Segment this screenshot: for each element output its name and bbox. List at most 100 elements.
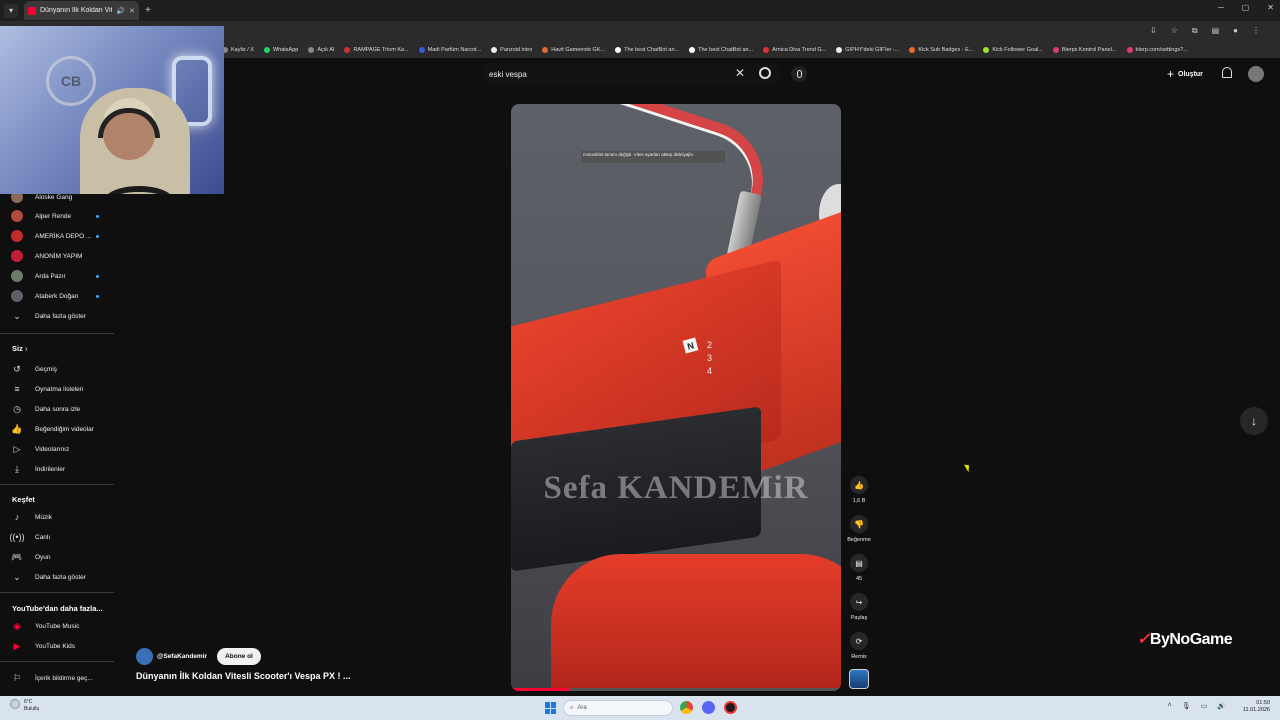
sidebar-item-youtube-kids[interactable]: ▶ YouTube Kids bbox=[11, 639, 75, 653]
you-section-header[interactable]: Siz › bbox=[12, 344, 27, 353]
channel-avatar bbox=[11, 210, 23, 222]
active-tab[interactable]: Dünyanın İlk Koldan Vitesli 🔊 ✕ bbox=[24, 1, 139, 20]
microphone-icon[interactable]: 🎙 bbox=[1182, 702, 1191, 710]
close-window-icon[interactable]: ✕ bbox=[1267, 3, 1274, 12]
bookmark-favicon-icon bbox=[983, 46, 990, 53]
search-input[interactable]: eski vespa ✕ bbox=[481, 62, 781, 86]
menu-icon[interactable]: ⋮ bbox=[1252, 26, 1260, 36]
like-action[interactable]: 👍 1,6 B bbox=[847, 476, 871, 504]
subscription-item[interactable]: AMERİKA DEPO ... bbox=[11, 229, 91, 243]
profile-icon[interactable]: ● bbox=[1233, 26, 1238, 36]
sidebar-item-music[interactable]: ♪ Müzik bbox=[11, 510, 52, 524]
bookmark-favicon-icon bbox=[689, 46, 696, 53]
next-video-arrow-icon[interactable]: ↓ bbox=[1240, 407, 1268, 435]
share-action[interactable]: ↪ Paylaş bbox=[847, 593, 871, 621]
windows-start-icon[interactable] bbox=[545, 702, 557, 714]
bookmark-item[interactable]: Arnica Diva Trend G... bbox=[763, 46, 826, 53]
bookmark-item[interactable]: Kick Sub Badges - E... bbox=[909, 46, 973, 53]
video-watermark: Sefa KANDEMiR bbox=[543, 470, 809, 506]
bookmark-favicon-icon bbox=[542, 46, 549, 53]
sidebar-item-youtube-music[interactable]: ◉ YouTube Music bbox=[11, 619, 79, 633]
create-button[interactable]: + Oluştur bbox=[1167, 67, 1203, 81]
video-title[interactable]: Dünyanın İlk Koldan Vitesli Scooter'ı Ve… bbox=[136, 671, 351, 681]
voice-search-button[interactable] bbox=[791, 66, 807, 82]
bookmark-item[interactable]: Havit Gamenote GK... bbox=[542, 46, 605, 53]
sidebar-item-watch-later[interactable]: ◷ Daha sonra izle bbox=[11, 402, 80, 416]
subscription-item[interactable]: Alper Rende bbox=[11, 209, 71, 223]
dislike-action[interactable]: 👎 Beğenme bbox=[847, 515, 871, 543]
bookmark-favicon-icon bbox=[1052, 46, 1059, 53]
subscription-item[interactable]: Ataberk Doğan bbox=[11, 289, 78, 303]
sidebar-item-playlists[interactable]: ≡ Oynatma listeleri bbox=[11, 382, 83, 396]
network-icon[interactable]: ▭ bbox=[1201, 702, 1208, 710]
sidebar-divider bbox=[0, 592, 114, 593]
bookmark-item[interactable]: Kaylis / X bbox=[222, 46, 254, 53]
taskbar-clock[interactable]: 01:50 11.01.2026 bbox=[1243, 700, 1270, 714]
youtube-favicon-icon bbox=[28, 6, 36, 15]
bookmark-item[interactable]: WhatsApp bbox=[263, 46, 298, 53]
bookmark-item[interactable]: blerp.com/settings?... bbox=[1126, 46, 1188, 53]
address-bar-icons: ⇩ ☆ ⧉ ▤ ● ⋮ bbox=[1150, 26, 1260, 36]
taskbar-search[interactable]: ⌕ Ara bbox=[563, 700, 673, 716]
thumbs-up-icon[interactable]: 👍 bbox=[850, 476, 868, 494]
bookmark-favicon-icon bbox=[909, 46, 916, 53]
subscribe-button[interactable]: Abone ol bbox=[217, 648, 261, 665]
comments-action[interactable]: ▤ 45 bbox=[847, 554, 871, 582]
bookmark-item[interactable]: RAMPAGE Triom Ka... bbox=[344, 46, 409, 53]
discord-icon[interactable] bbox=[702, 701, 715, 714]
bookmark-item[interactable]: Panzoid intro bbox=[491, 46, 532, 53]
bookmark-item[interactable]: Kick Follower Goal... bbox=[983, 46, 1043, 53]
sidebar-icon[interactable]: ▤ bbox=[1212, 26, 1220, 36]
install-icon[interactable]: ⇩ bbox=[1150, 26, 1157, 36]
channel-avatar[interactable] bbox=[136, 648, 153, 665]
app-icon[interactable] bbox=[724, 701, 737, 714]
volume-icon[interactable]: 🔊 bbox=[1217, 702, 1226, 710]
bookmark-item[interactable]: Madi Parfüm Narcot... bbox=[418, 46, 481, 53]
bookmark-item[interactable]: Bierps Kontrol Panel... bbox=[1052, 46, 1117, 53]
maximize-icon[interactable]: ▢ bbox=[1242, 3, 1250, 12]
new-tab-button[interactable]: + bbox=[145, 5, 151, 16]
notifications-bell-icon[interactable] bbox=[1222, 67, 1232, 78]
show-more-button[interactable]: ⌄ Daha fazla göster bbox=[11, 570, 86, 584]
chevron-up-icon[interactable]: ˄ bbox=[1168, 702, 1172, 710]
clock-icon: ◷ bbox=[13, 403, 21, 414]
sidebar-item-liked[interactable]: 👍 Beğendiğim videolar bbox=[11, 422, 94, 436]
sidebar-item-history[interactable]: ↺ Geçmiş bbox=[11, 362, 57, 376]
bookmark-star-icon[interactable]: ☆ bbox=[1171, 26, 1178, 36]
weather-widget[interactable]: 6°C Bulutlu bbox=[10, 699, 39, 713]
channel-handle[interactable]: @SefaKandemir bbox=[157, 653, 207, 660]
window-controls: ─ ▢ ✕ bbox=[1218, 3, 1274, 12]
shorts-video-player[interactable]: N 2 3 4 motosiklet tanımı değişti. Vites… bbox=[511, 104, 841, 691]
show-more-button[interactable]: ⌄ Daha fazla göster bbox=[11, 309, 86, 323]
account-avatar[interactable] bbox=[1248, 66, 1264, 82]
extensions-icon[interactable]: ⧉ bbox=[1192, 26, 1198, 36]
subscription-item[interactable]: Arda Pazır bbox=[11, 269, 66, 283]
bookmark-item[interactable]: The best ChatBot an... bbox=[689, 46, 753, 53]
minimize-icon[interactable]: ─ bbox=[1218, 3, 1224, 12]
subscription-item[interactable]: ANONİM YAPIM bbox=[11, 249, 82, 263]
remix-action[interactable]: ⟳ Remix bbox=[847, 632, 871, 660]
sidebar: Aloske Gang Alper Rende AMERİKA DEPO ...… bbox=[0, 190, 120, 696]
music-note-icon: ♪ bbox=[14, 512, 20, 522]
sidebar-item-live[interactable]: ((•)) Canlı bbox=[9, 530, 50, 544]
audio-source-thumbnail[interactable] bbox=[849, 669, 869, 689]
share-icon[interactable]: ↪ bbox=[850, 593, 868, 611]
clear-search-icon[interactable]: ✕ bbox=[735, 66, 745, 80]
sidebar-item-gaming[interactable]: 🎮 Oyun bbox=[11, 550, 50, 564]
video-progress-bar[interactable] bbox=[511, 688, 841, 691]
close-tab-icon[interactable]: ✕ bbox=[129, 7, 135, 15]
sidebar-item-report-history[interactable]: ⚐ İçerik bildirme geç... bbox=[11, 671, 93, 685]
chrome-icon[interactable] bbox=[680, 701, 693, 714]
audio-playing-icon[interactable]: 🔊 bbox=[116, 7, 125, 15]
remix-icon[interactable]: ⟳ bbox=[850, 632, 868, 650]
sidebar-item-your-videos[interactable]: ▷ Videolarınız bbox=[11, 442, 70, 456]
search-icon[interactable] bbox=[759, 67, 771, 79]
thumbs-down-icon[interactable]: 👎 bbox=[850, 515, 868, 533]
sidebar-item-downloads[interactable]: ⤓ İndirilenler bbox=[11, 462, 65, 476]
comment-icon[interactable]: ▤ bbox=[850, 554, 868, 572]
tab-search-button[interactable]: ▾ bbox=[4, 3, 18, 18]
whatsapp-icon bbox=[263, 46, 270, 53]
bookmark-item[interactable]: The best ChatBot an... bbox=[615, 46, 679, 53]
bookmark-item[interactable]: GIPHY'deki GIF'ler -... bbox=[836, 46, 899, 53]
bookmark-item[interactable]: Açık AI bbox=[308, 46, 334, 53]
